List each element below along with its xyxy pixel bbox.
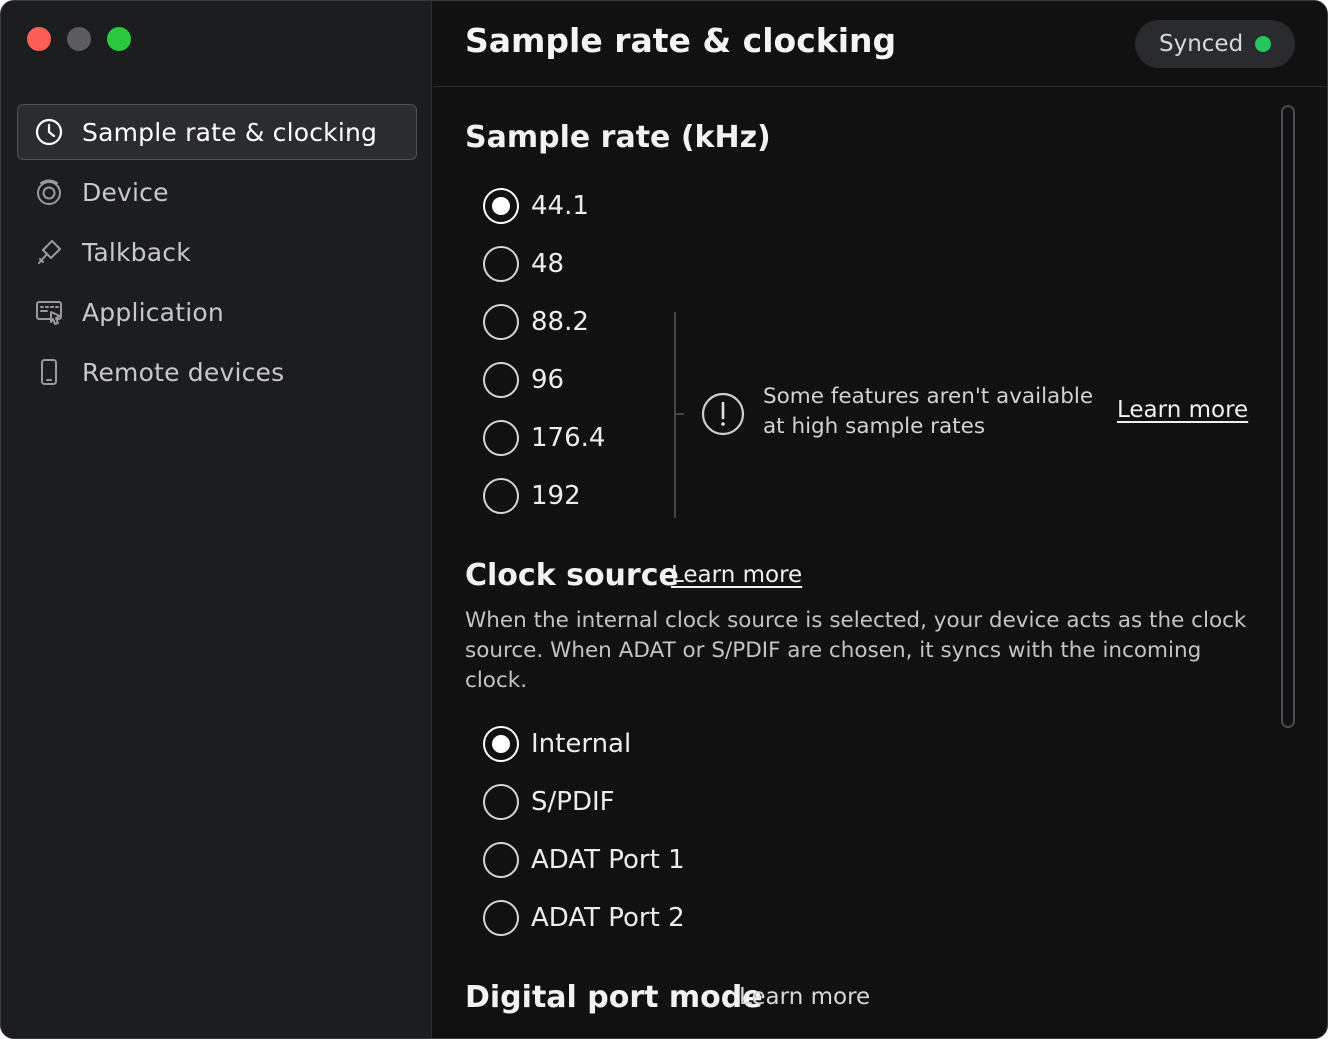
digital-port-learn-more-link[interactable]: Learn more: [739, 984, 870, 1010]
sidebar-item-label: Device: [82, 177, 169, 207]
radio-sample-rate-44-1[interactable]: 44.1: [483, 186, 589, 226]
sample-rate-learn-more-link[interactable]: Learn more: [1117, 397, 1248, 423]
status-dot-icon: [1255, 36, 1271, 52]
clock-icon: [34, 117, 64, 147]
digital-port-mode-heading: Digital port mode: [465, 980, 763, 1015]
sidebar-item-talkback[interactable]: Talkback: [17, 224, 417, 280]
radio-label: 96: [531, 365, 565, 395]
maximize-window-button[interactable]: [107, 27, 131, 51]
app-window: Sample rate & clocking Device Talkback A…: [0, 0, 1328, 1039]
device-icon: [34, 177, 64, 207]
radio-button[interactable]: [483, 246, 519, 282]
status-badge: Synced: [1135, 20, 1295, 68]
radio-button[interactable]: [483, 304, 519, 340]
clock-source-heading: Clock source: [465, 558, 679, 593]
page-title: Sample rate & clocking: [465, 21, 897, 60]
sidebar-item-label: Remote devices: [82, 357, 285, 387]
radio-button[interactable]: [483, 842, 519, 878]
phone-icon: [34, 357, 64, 387]
main-panel: Sample rate & clocking Synced Sample rat…: [433, 1, 1327, 1038]
radio-clock-adat-port-2[interactable]: ADAT Port 2: [483, 898, 685, 938]
radio-label: ADAT Port 1: [531, 845, 685, 875]
radio-button[interactable]: [483, 900, 519, 936]
microphone-icon: [34, 237, 64, 267]
radio-clock-adat-port-1[interactable]: ADAT Port 1: [483, 840, 685, 880]
sidebar: Sample rate & clocking Device Talkback A…: [1, 1, 432, 1038]
sidebar-item-application[interactable]: Application: [17, 284, 417, 340]
sidebar-nav: Sample rate & clocking Device Talkback A…: [17, 104, 417, 404]
application-icon: [34, 297, 64, 327]
radio-sample-rate-192[interactable]: 192: [483, 476, 581, 516]
clock-source-learn-more-link[interactable]: Learn more: [671, 562, 802, 588]
clock-source-description: When the internal clock source is select…: [465, 608, 1247, 693]
radio-sample-rate-48[interactable]: 48: [483, 244, 564, 284]
sidebar-item-device[interactable]: Device: [17, 164, 417, 220]
radio-label: Internal: [531, 729, 632, 759]
radio-button[interactable]: [483, 478, 519, 514]
radio-label: 176.4: [531, 423, 606, 453]
radio-label: 44.1: [531, 191, 589, 221]
status-label: Synced: [1159, 31, 1244, 57]
sidebar-item-label: Sample rate & clocking: [82, 117, 378, 147]
window-controls: [27, 27, 131, 51]
radio-clock-internal[interactable]: Internal: [483, 724, 631, 764]
radio-label: 88.2: [531, 307, 589, 337]
sidebar-item-remote-devices[interactable]: Remote devices: [17, 344, 417, 400]
settings-content: Sample rate (kHz) 44.1 48 88.2 96 176.4: [433, 88, 1327, 1038]
radio-clock-spdif[interactable]: S/PDIF: [483, 782, 615, 822]
sidebar-item-sample-rate[interactable]: Sample rate & clocking: [17, 104, 417, 160]
radio-label: S/PDIF: [531, 787, 615, 817]
radio-sample-rate-96[interactable]: 96: [483, 360, 564, 400]
high-sample-rate-notice: Some features aren't available at high s…: [763, 384, 1094, 439]
sidebar-item-label: Talkback: [82, 237, 191, 267]
header: Sample rate & clocking Synced: [433, 1, 1327, 87]
radio-label: 48: [531, 249, 565, 279]
warning-icon: [701, 392, 745, 436]
minimize-window-button[interactable]: [67, 27, 91, 51]
radio-sample-rate-176-4[interactable]: 176.4: [483, 418, 605, 458]
radio-button[interactable]: [483, 362, 519, 398]
scrollbar[interactable]: [1281, 105, 1295, 728]
radio-button[interactable]: [483, 726, 519, 762]
radio-button[interactable]: [483, 784, 519, 820]
radio-button[interactable]: [483, 188, 519, 224]
sidebar-item-label: Application: [82, 297, 224, 327]
radio-button[interactable]: [483, 420, 519, 456]
radio-label: 192: [531, 481, 581, 511]
radio-sample-rate-88-2[interactable]: 88.2: [483, 302, 589, 342]
sample-rate-heading: Sample rate (kHz): [465, 120, 771, 155]
high-rate-bracket: [674, 312, 676, 518]
bracket-tick: [674, 413, 684, 415]
radio-label: ADAT Port 2: [531, 903, 685, 933]
close-window-button[interactable]: [27, 27, 51, 51]
